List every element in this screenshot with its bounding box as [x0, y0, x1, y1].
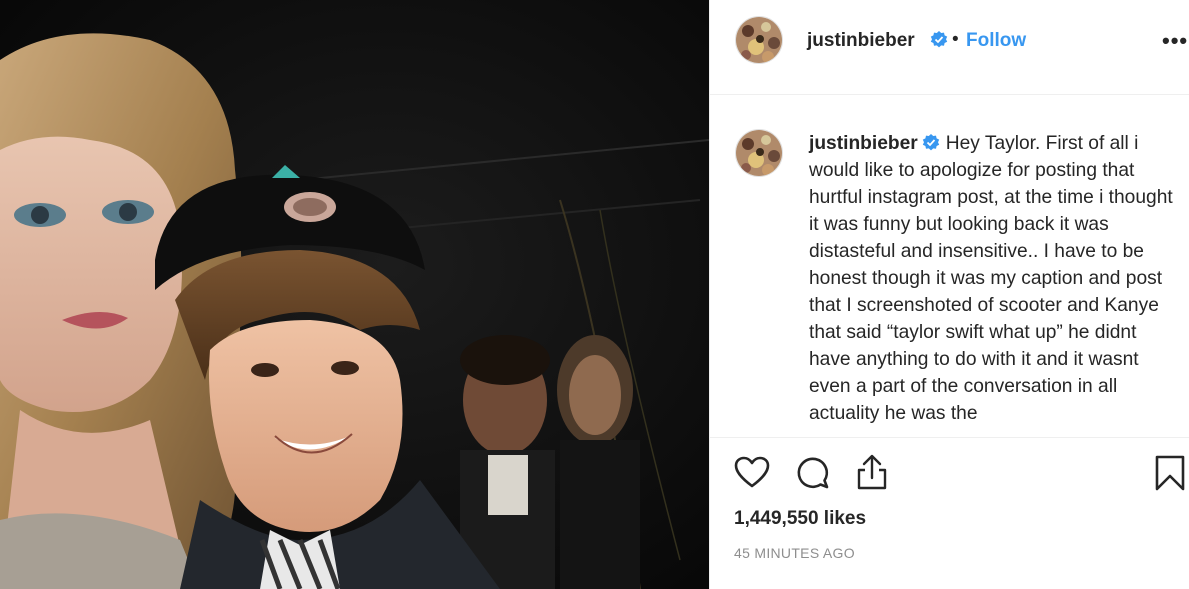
caption-avatar[interactable]: [735, 129, 783, 177]
caption-username-link[interactable]: justinbieber: [809, 133, 918, 154]
verified-badge-icon: [926, 31, 948, 51]
username-link[interactable]: justinbieber: [807, 30, 915, 52]
post-sidebar: justinbieber • Follow ••• justinbieber H…: [709, 0, 1189, 589]
heart-icon[interactable]: [734, 456, 770, 493]
avatar-image: [736, 130, 782, 176]
avatar-image: [736, 17, 782, 63]
share-icon[interactable]: [855, 454, 889, 495]
avatar[interactable]: [735, 16, 783, 64]
caption-section: justinbieber Hey Taylor. First of all i …: [710, 96, 1189, 436]
more-options-icon[interactable]: •••: [1162, 28, 1188, 54]
follow-button[interactable]: Follow: [966, 30, 1026, 52]
separator-dot: •: [952, 29, 959, 50]
caption-text: justinbieber Hey Taylor. First of all i …: [809, 130, 1181, 427]
caption-verified-badge-icon: [918, 133, 946, 154]
post-photo-image: [0, 0, 709, 589]
comment-bubble-icon[interactable]: [796, 456, 830, 495]
post-photo[interactable]: [0, 0, 709, 589]
post-timestamp[interactable]: 45 MINUTES AGO: [734, 545, 855, 561]
likes-count[interactable]: 1,449,550 likes: [734, 508, 866, 530]
post-header: justinbieber • Follow •••: [710, 0, 1189, 95]
bookmark-icon[interactable]: [1155, 455, 1185, 496]
action-bar: 1,449,550 likes 45 MINUTES AGO: [710, 437, 1189, 589]
caption-body: Hey Taylor. First of all i would like to…: [809, 133, 1173, 424]
